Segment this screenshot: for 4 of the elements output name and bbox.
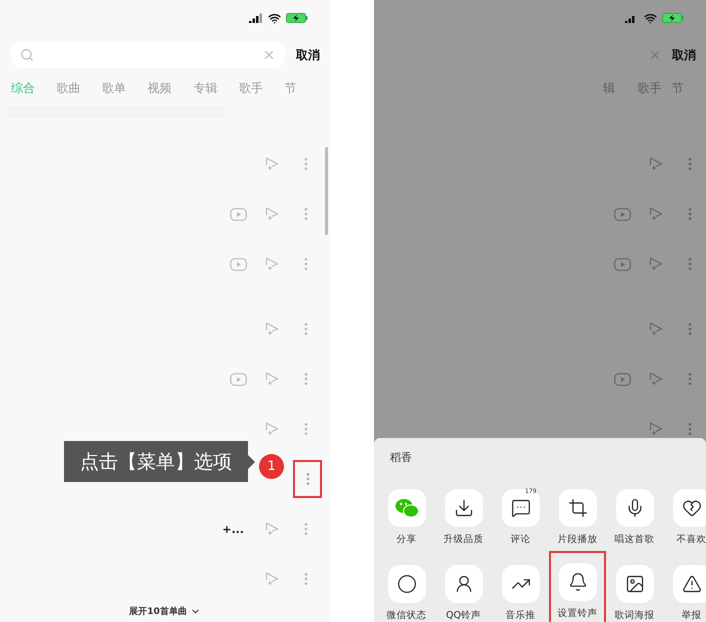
song-title: 稻香 — [390, 450, 413, 465]
song-info-text: +... — [222, 522, 244, 536]
tooltip: 点击【菜单】选项 — [64, 441, 255, 482]
step-badge: 1 — [259, 454, 284, 479]
